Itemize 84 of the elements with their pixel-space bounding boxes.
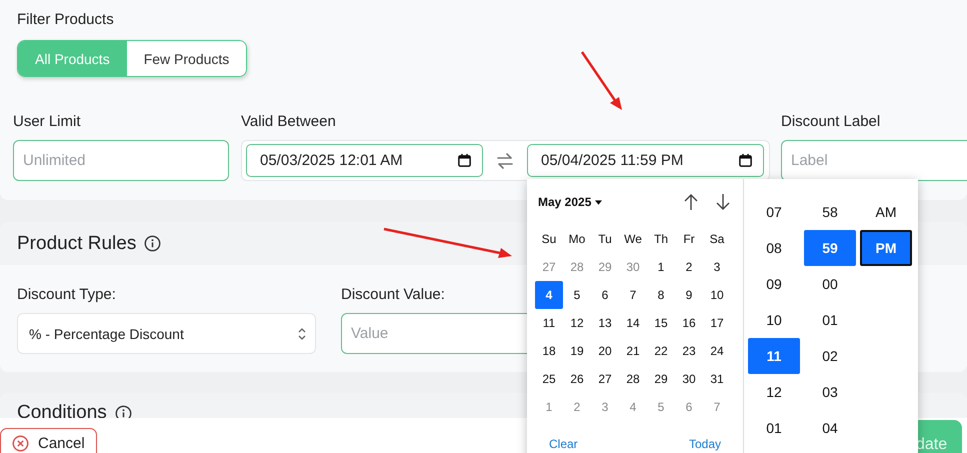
- close-icon: [12, 435, 29, 452]
- section-title: Product Rules: [17, 232, 136, 254]
- calendar-day[interactable]: 8: [647, 281, 675, 309]
- calendar-day[interactable]: 7: [703, 393, 731, 421]
- calendar-day[interactable]: 5: [563, 281, 591, 309]
- calendar-day[interactable]: 22: [647, 337, 675, 365]
- calendar-day[interactable]: 23: [675, 337, 703, 365]
- weekday-label: Mo: [568, 231, 586, 248]
- calendar-icon: [457, 153, 472, 168]
- cancel-button[interactable]: Cancel: [0, 428, 97, 453]
- weekday-label: Su: [540, 231, 558, 248]
- time-option[interactable]: 58: [804, 194, 856, 230]
- calendar-day[interactable]: 31: [703, 365, 731, 393]
- calendar-day[interactable]: 28: [619, 365, 647, 393]
- time-option[interactable]: 01: [748, 410, 800, 446]
- weekday-label: Th: [652, 231, 669, 248]
- up-arrow-icon: [683, 193, 699, 211]
- time-option[interactable]: 02: [804, 338, 856, 374]
- weekday-label: Sa: [708, 231, 726, 248]
- field-label: Discount Value:: [341, 286, 445, 303]
- field-label: User Limit: [13, 113, 81, 130]
- select-field[interactable]: % - Percentage Discount: [17, 313, 316, 354]
- weekday-label: Tu: [597, 231, 613, 248]
- calendar-day[interactable]: 1: [535, 393, 563, 421]
- weekday-label: Fr: [682, 231, 696, 248]
- down-arrow-icon: [715, 193, 731, 211]
- time-option[interactable]: PM: [860, 230, 912, 266]
- time-option[interactable]: 09: [748, 266, 800, 302]
- calendar-day[interactable]: 3: [703, 253, 731, 281]
- time-option[interactable]: 03: [804, 374, 856, 410]
- section-label: Filter Products: [16, 10, 115, 28]
- time-option[interactable]: 59: [804, 230, 856, 266]
- time-option[interactable]: 00: [804, 266, 856, 302]
- calendar-day[interactable]: 10: [703, 281, 731, 309]
- calendar-day[interactable]: 28: [563, 253, 591, 281]
- field-label: Discount Type:: [17, 286, 116, 303]
- calendar-day[interactable]: 6: [675, 393, 703, 421]
- calendar-day[interactable]: 2: [563, 393, 591, 421]
- time-option[interactable]: 12: [748, 374, 800, 410]
- section-title: Conditions: [17, 402, 107, 424]
- time-option[interactable]: 04: [804, 410, 856, 446]
- calendar-day[interactable]: 24: [703, 337, 731, 365]
- date-time-field[interactable]: 05/03/2025 12:01 AM: [246, 144, 483, 177]
- calendar-day[interactable]: 29: [591, 253, 619, 281]
- calendar-day[interactable]: 27: [591, 365, 619, 393]
- info-icon: [144, 235, 162, 252]
- date-time-field[interactable]: 05/04/2025 11:59 PM: [527, 144, 764, 177]
- calendar-day[interactable]: 15: [647, 309, 675, 337]
- today-link[interactable]: Today: [688, 437, 721, 451]
- calendar-day[interactable]: 26: [563, 365, 591, 393]
- calendar-day[interactable]: 5: [647, 393, 675, 421]
- time-option[interactable]: 11: [748, 338, 800, 374]
- calendar-day[interactable]: 16: [675, 309, 703, 337]
- calendar-icon: [738, 153, 753, 168]
- calendar-day[interactable]: 25: [535, 365, 563, 393]
- calendar-day[interactable]: 30: [675, 365, 703, 393]
- calendar-day[interactable]: 27: [535, 253, 563, 281]
- calendar-day[interactable]: 4: [619, 393, 647, 421]
- field-label: Discount Label: [781, 113, 880, 130]
- time-option[interactable]: 01: [804, 302, 856, 338]
- chevron-icon: [297, 326, 307, 342]
- time-option[interactable]: 10: [748, 302, 800, 338]
- input-field[interactable]: Label: [781, 140, 967, 181]
- calendar-day[interactable]: 30: [619, 253, 647, 281]
- field-label: Valid Between: [241, 113, 336, 130]
- calendar-day[interactable]: 7: [619, 281, 647, 309]
- toggle-option[interactable]: Few Products: [126, 41, 246, 76]
- calendar-day[interactable]: 4: [535, 281, 563, 309]
- calendar-day[interactable]: 6: [591, 281, 619, 309]
- calendar-day[interactable]: 2: [675, 253, 703, 281]
- time-option[interactable]: AM: [860, 194, 912, 230]
- calendar-day[interactable]: 17: [703, 309, 731, 337]
- calendar-day[interactable]: 1: [647, 253, 675, 281]
- time-option[interactable]: 08: [748, 230, 800, 266]
- swap-icon: [495, 150, 515, 170]
- time-option[interactable]: 07: [748, 194, 800, 230]
- calendar-day[interactable]: 3: [591, 393, 619, 421]
- calendar-day[interactable]: 29: [647, 365, 675, 393]
- input-field[interactable]: Unlimited: [13, 140, 229, 181]
- weekday-label: We: [623, 231, 643, 248]
- clear-link[interactable]: Clear: [549, 437, 578, 451]
- calendar-day[interactable]: 9: [675, 281, 703, 309]
- month-dropdown[interactable]: May 2025: [538, 195, 602, 209]
- annotation-arrow: [580, 50, 624, 112]
